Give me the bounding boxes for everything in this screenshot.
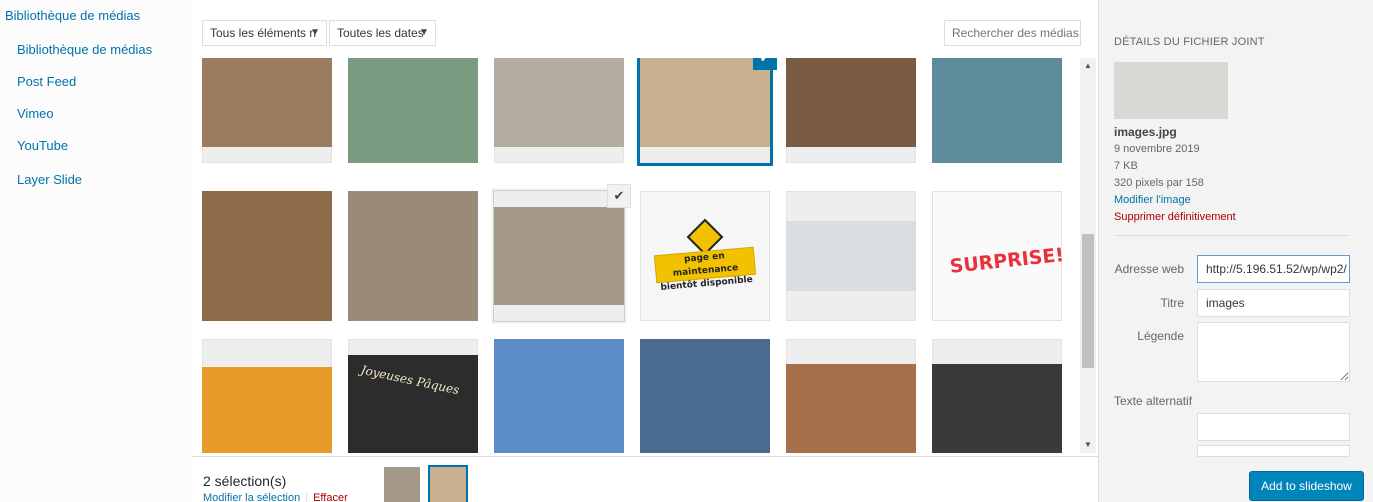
thumbnail-image <box>202 191 332 321</box>
panel-title: DÉTAILS DU FICHIER JOINT <box>1114 36 1265 48</box>
attachment-thumb[interactable] <box>786 58 916 163</box>
thumbnail-image <box>202 58 332 147</box>
attachment-dimensions: 320 pixels par 158 <box>1114 177 1204 189</box>
attachment-thumb[interactable] <box>348 191 478 321</box>
selection-mini-thumb[interactable] <box>384 467 420 502</box>
attachment-thumb[interactable] <box>786 191 916 321</box>
panel-divider <box>1114 235 1350 236</box>
attachment-thumb[interactable] <box>786 339 916 453</box>
attachment-thumb[interactable] <box>202 339 332 453</box>
media-browser: Tous les éléments n ▼ Toutes les dates ▼… <box>192 8 1098 502</box>
type-filter-value: Tous les éléments n <box>210 26 317 40</box>
attachment-thumb[interactable] <box>932 58 1062 163</box>
alt-text-label: Texte alternatif <box>1114 394 1193 408</box>
caption-field[interactable] <box>1197 322 1350 382</box>
attachment-thumb[interactable]: Joyeuses Pâques <box>348 339 478 453</box>
link-separator: | <box>305 492 309 502</box>
sidebar-item-layer-slide[interactable]: Layer Slide <box>17 172 82 187</box>
attachment-details-panel: DÉTAILS DU FICHIER JOINT images.jpg 9 no… <box>1098 0 1373 502</box>
attachment-date: 9 novembre 2019 <box>1114 143 1200 155</box>
thumbnail-image <box>202 367 332 453</box>
sidebar-item-media-library[interactable]: Bibliothèque de médias <box>17 42 152 57</box>
thumbnail-image <box>786 58 916 147</box>
check-icon[interactable]: ✔ <box>753 58 777 70</box>
chevron-down-icon: ▼ <box>419 27 429 38</box>
grid-scrollbar[interactable]: ▲ ▼ <box>1080 58 1096 453</box>
date-filter-value: Toutes les dates <box>337 26 424 40</box>
attachment-thumb[interactable] <box>202 58 332 163</box>
type-filter-select[interactable]: Tous les éléments n ▼ <box>202 20 327 46</box>
url-label: Adresse web <box>1114 262 1184 276</box>
selection-links: Modifier la sélection | Effacer <box>203 492 348 502</box>
thumbnail-image <box>786 221 916 291</box>
admin-sidebar: Bibliothèque de médias Bibliothèque de m… <box>0 0 192 502</box>
scroll-up-icon[interactable]: ▲ <box>1080 58 1096 74</box>
sidebar-item-post-feed[interactable]: Post Feed <box>17 74 76 89</box>
thumbnail-image <box>348 191 478 321</box>
thumbnail-image <box>786 364 916 453</box>
selection-count: 2 sélection(s) <box>203 473 287 489</box>
sidebar-item-youtube[interactable]: YouTube <box>17 138 68 153</box>
selection-mini-thumb-active[interactable] <box>430 467 466 502</box>
description-field[interactable] <box>1197 445 1350 457</box>
attachment-thumb[interactable] <box>494 339 624 453</box>
alt-text-field[interactable] <box>1197 413 1350 441</box>
attachment-thumb[interactable] <box>640 339 770 453</box>
surprise-text: SURPRISE! <box>948 244 1066 278</box>
attachment-thumb[interactable]: SURPRISE! <box>932 191 1066 321</box>
thumbnail-image <box>494 207 624 305</box>
caption-label: Légende <box>1137 329 1184 343</box>
scroll-down-icon[interactable]: ▼ <box>1080 437 1096 453</box>
thumbnail-image <box>640 58 770 147</box>
clear-selection-link[interactable]: Effacer <box>313 492 348 502</box>
thumbnail-image <box>640 339 770 453</box>
title-label: Titre <box>1160 296 1184 310</box>
attachments-grid: ✔ ✔ page en maintenance bientôt disponib… <box>192 58 1098 453</box>
attachment-thumb[interactable] <box>494 58 624 163</box>
title-field[interactable]: images <box>1197 289 1350 317</box>
attachment-thumb[interactable] <box>932 339 1062 453</box>
date-filter-select[interactable]: Toutes les dates ▼ <box>329 20 436 46</box>
attachment-preview-image <box>1114 62 1228 119</box>
check-icon[interactable]: ✔ <box>607 184 631 208</box>
thumbnail-image <box>932 58 1062 163</box>
attachment-size: 7 KB <box>1114 160 1138 172</box>
media-toolbar: Tous les éléments n ▼ Toutes les dates ▼ <box>192 8 1098 58</box>
delete-permanently-link[interactable]: Supprimer définitivement <box>1114 211 1236 223</box>
url-field[interactable]: http://5.196.51.52/wp/wp2/ <box>1197 255 1350 283</box>
thumbnail-image <box>494 58 624 147</box>
add-to-slideshow-button[interactable]: Add to slideshow <box>1249 471 1364 501</box>
maintenance-banner: page en maintenance bientôt disponible <box>653 246 757 293</box>
attachment-thumb-selected[interactable]: ✔ <box>494 184 631 321</box>
attachment-thumb[interactable]: page en maintenance bientôt disponible <box>640 191 770 321</box>
selection-toolbar: 2 sélection(s) Modifier la sélection | Eff… <box>192 456 1098 502</box>
sidebar-item-media-library-main[interactable]: Bibliothèque de médias <box>5 8 140 23</box>
sidebar-item-vimeo[interactable]: Vimeo <box>17 106 54 121</box>
edit-selection-link[interactable]: Modifier la sélection <box>203 492 300 502</box>
edit-image-link[interactable]: Modifier l'image <box>1114 194 1191 206</box>
attachment-thumb-selected[interactable]: ✔ <box>640 58 777 163</box>
thumbnail-image <box>348 58 478 163</box>
attachment-thumb[interactable] <box>348 58 478 163</box>
attachment-filename: images.jpg <box>1114 125 1177 139</box>
scrollbar-thumb[interactable] <box>1082 234 1094 368</box>
search-input[interactable] <box>944 20 1081 46</box>
chevron-down-icon: ▼ <box>310 27 320 38</box>
thumbnail-image <box>932 364 1062 453</box>
thumbnail-image <box>494 339 624 453</box>
attachment-thumb[interactable] <box>202 191 332 321</box>
